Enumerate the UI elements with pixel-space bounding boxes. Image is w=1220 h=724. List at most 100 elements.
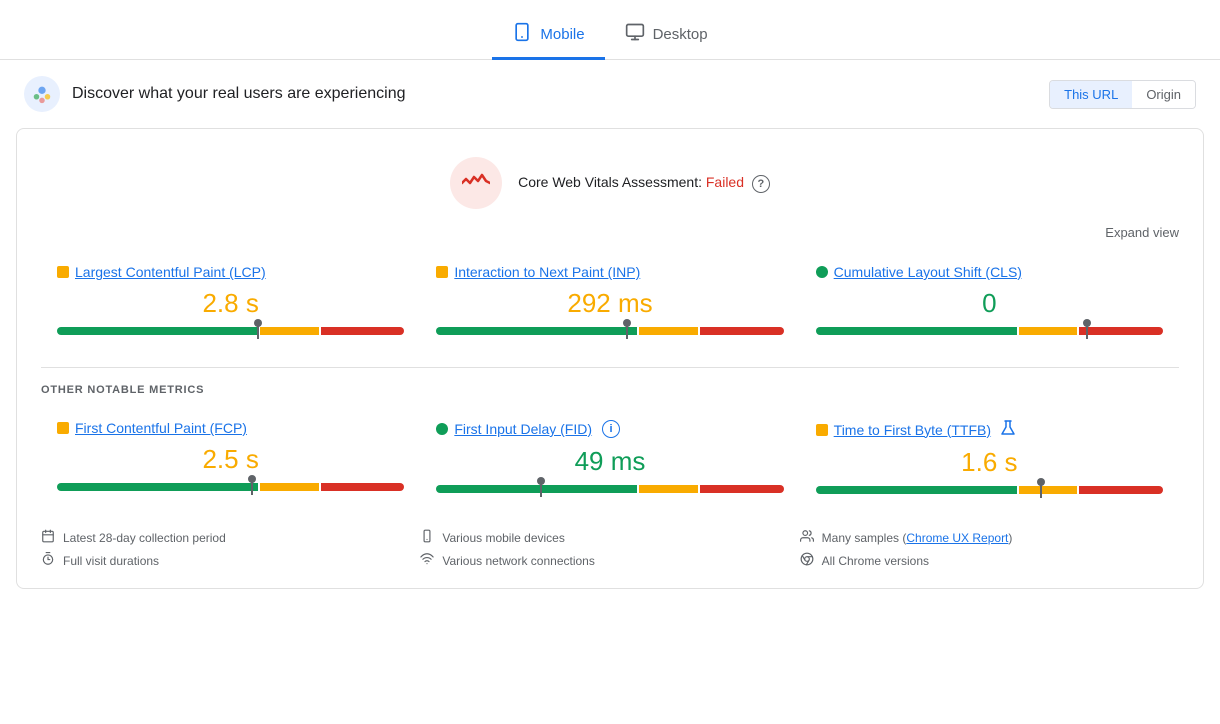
metric-cls: Cumulative Layout Shift (CLS) 0 (800, 256, 1179, 343)
fid-bar-marker (540, 481, 542, 497)
ttfb-link[interactable]: Time to First Byte (TTFB) (834, 422, 991, 438)
fid-bar (436, 485, 783, 493)
ttfb-value: 1.6 s (816, 447, 1163, 478)
cls-bar (816, 327, 1163, 335)
inp-bar-red (700, 327, 784, 335)
assessment-header: Core Web Vitals Assessment: Failed ? (17, 129, 1203, 225)
tab-desktop[interactable]: Desktop (605, 12, 728, 60)
this-url-button[interactable]: This URL (1050, 81, 1132, 108)
lcp-bar-green (57, 327, 258, 335)
section-divider (41, 367, 1179, 368)
inp-link[interactable]: Interaction to Next Paint (INP) (454, 264, 640, 280)
core-metrics-grid: Largest Contentful Paint (LCP) 2.8 s Int… (17, 248, 1203, 351)
inp-dot (436, 266, 448, 278)
metric-lcp-label: Largest Contentful Paint (LCP) (57, 264, 404, 280)
ttfb-dot (816, 424, 828, 436)
fcp-bar (57, 483, 404, 491)
footer-samples: Many samples (Chrome UX Report) (800, 526, 1179, 549)
fid-link[interactable]: First Input Delay (FID) (454, 421, 592, 437)
fid-bar-orange (639, 485, 698, 493)
header-left: Discover what your real users are experi… (24, 76, 405, 112)
fid-dot (436, 423, 448, 435)
cls-bar-green (816, 327, 1017, 335)
inp-bar-green (436, 327, 637, 335)
metric-inp: Interaction to Next Paint (INP) 292 ms (420, 256, 799, 343)
tab-mobile-label: Mobile (540, 26, 584, 43)
inp-bar-marker (626, 323, 628, 339)
lcp-bar-red (321, 327, 405, 335)
metric-fid: First Input Delay (FID) i 49 ms (420, 412, 799, 502)
header-section: Discover what your real users are experi… (0, 60, 1220, 128)
lcp-dot (57, 266, 69, 278)
timer-icon (41, 552, 55, 569)
lcp-link[interactable]: Largest Contentful Paint (LCP) (75, 264, 266, 280)
inp-value: 292 ms (436, 288, 783, 319)
fid-value: 49 ms (436, 446, 783, 477)
origin-button[interactable]: Origin (1132, 81, 1195, 108)
assessment-info-icon[interactable]: ? (752, 175, 770, 193)
cls-value: 0 (816, 288, 1163, 319)
url-toggle: This URL Origin (1049, 80, 1196, 109)
assessment-icon (450, 157, 502, 209)
other-metrics-label: OTHER NOTABLE METRICS (17, 384, 1203, 396)
metric-fcp: First Contentful Paint (FCP) 2.5 s (41, 412, 420, 502)
header-title: Discover what your real users are experi… (72, 85, 405, 103)
footer-visit-duration: Full visit durations (41, 549, 420, 572)
other-metrics-grid: First Contentful Paint (FCP) 2.5 s First… (17, 404, 1203, 510)
chrome-ux-report-link[interactable]: Chrome UX Report (906, 531, 1008, 545)
chrome-icon (800, 552, 814, 569)
assessment-title-block: Core Web Vitals Assessment: Failed ? (518, 174, 770, 193)
footer-collection-text: Latest 28-day collection period (63, 531, 226, 545)
mobile-icon (512, 22, 532, 47)
cls-bar-orange (1019, 327, 1078, 335)
footer-visit-text: Full visit durations (63, 554, 159, 568)
lcp-bar (57, 327, 404, 335)
ttfb-bar-green (816, 486, 1017, 494)
cls-bar-red (1079, 327, 1163, 335)
ttfb-bar (816, 486, 1163, 494)
footer-col2: Various mobile devices Various network c… (420, 526, 799, 572)
footer-mobile-devices: Various mobile devices (420, 526, 799, 549)
fid-bar-red (700, 485, 784, 493)
lcp-bar-orange (260, 327, 319, 335)
fcp-bar-green (57, 483, 258, 491)
tab-desktop-label: Desktop (653, 26, 708, 43)
footer-samples-text: Many samples (Chrome UX Report) (822, 531, 1013, 545)
fcp-value: 2.5 s (57, 444, 404, 475)
fcp-dot (57, 422, 69, 434)
ttfb-bar-orange (1019, 486, 1078, 494)
metric-ttfb: Time to First Byte (TTFB) 1.6 s (800, 412, 1179, 502)
main-card: Core Web Vitals Assessment: Failed ? Exp… (16, 128, 1204, 589)
metric-fid-label: First Input Delay (FID) i (436, 420, 783, 438)
metric-lcp: Largest Contentful Paint (LCP) 2.8 s (41, 256, 420, 343)
cls-dot (816, 266, 828, 278)
ttfb-beaker-icon (1001, 420, 1015, 439)
assessment-status: Failed (706, 174, 744, 190)
metric-ttfb-label: Time to First Byte (TTFB) (816, 420, 1163, 439)
footer-chrome-versions: All Chrome versions (800, 549, 1179, 572)
lcp-value: 2.8 s (57, 288, 404, 319)
fcp-bar-orange (260, 483, 319, 491)
fcp-link[interactable]: First Contentful Paint (FCP) (75, 420, 247, 436)
metric-fcp-label: First Contentful Paint (FCP) (57, 420, 404, 436)
ttfb-bar-red (1079, 486, 1163, 494)
ttfb-bar-marker (1040, 482, 1042, 498)
metric-inp-label: Interaction to Next Paint (INP) (436, 264, 783, 280)
cls-link[interactable]: Cumulative Layout Shift (CLS) (834, 264, 1022, 280)
tab-bar: Mobile Desktop (0, 0, 1220, 60)
footer-mobile-text: Various mobile devices (442, 531, 565, 545)
network-icon (420, 552, 434, 569)
fid-info-icon[interactable]: i (602, 420, 620, 438)
footer-col1: Latest 28-day collection period Full vis… (41, 526, 420, 572)
expand-view-link[interactable]: Expand view (17, 225, 1203, 248)
calendar-icon (41, 529, 55, 546)
avatar (24, 76, 60, 112)
inp-bar-orange (639, 327, 698, 335)
assessment-title: Core Web Vitals Assessment: (518, 174, 702, 190)
tab-mobile[interactable]: Mobile (492, 12, 604, 60)
mobile-devices-icon (420, 529, 434, 546)
fcp-bar-marker (251, 479, 253, 495)
fid-bar-green (436, 485, 637, 493)
inp-bar (436, 327, 783, 335)
footer-col3: Many samples (Chrome UX Report) All Chro… (800, 526, 1179, 572)
